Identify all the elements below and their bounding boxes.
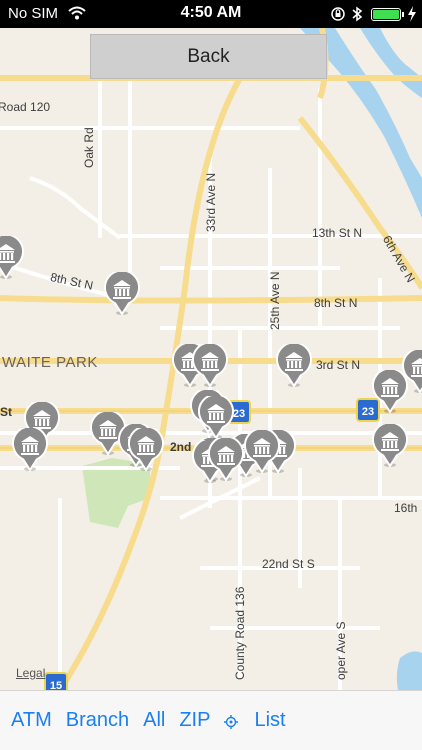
street-label-25th-ave: 25th Ave N — [268, 271, 282, 331]
atm-filter-button[interactable]: ATM — [11, 709, 52, 732]
shield-number: 23 — [233, 408, 245, 420]
street-label-3rd-st: 3rd St N — [316, 358, 361, 372]
street-label-cooper-ave: oper Ave S — [334, 621, 348, 681]
bank-icon — [372, 424, 408, 468]
branch-filter-button[interactable]: Branch — [66, 709, 129, 732]
highway-shield-15: 15 — [44, 672, 68, 690]
bottom-toolbar: ATM Branch All ZIP List — [0, 690, 422, 750]
bank-pin[interactable] — [208, 438, 244, 482]
bluetooth-icon — [351, 5, 363, 28]
shield-number: 15 — [50, 680, 62, 690]
street-label-8th-st-east: 8th St N — [314, 296, 358, 310]
locate-me-icon[interactable] — [224, 714, 239, 729]
bank-icon — [372, 370, 408, 414]
street-label-oak-rd: Oak Rd — [82, 127, 96, 168]
bank-pin[interactable] — [276, 344, 312, 388]
charging-bolt-icon — [407, 6, 417, 27]
street-label-county-road-136: County Road 136 — [233, 586, 247, 680]
status-bar: No SIM 4:50 AM — [0, 0, 422, 28]
bank-icon — [128, 428, 164, 472]
all-filter-button[interactable]: All — [143, 709, 165, 732]
zip-search-button[interactable]: ZIP — [179, 709, 210, 732]
bank-pin[interactable] — [104, 272, 140, 316]
battery-tip — [402, 12, 404, 17]
street-label-road120: Road 120 — [0, 100, 51, 114]
back-button[interactable]: Back — [90, 34, 327, 79]
orientation-lock-icon — [330, 6, 346, 27]
street-label-13th-st: 13th St N — [312, 226, 363, 240]
bank-icon — [0, 236, 24, 280]
bank-icon — [104, 272, 140, 316]
map-view[interactable]: Road 120 Oak Rd 33rd Ave N 25th Ave N 13… — [0, 28, 422, 690]
bank-pin[interactable] — [192, 344, 228, 388]
street-label-16th: 16th — [394, 501, 418, 515]
legal-link[interactable]: Legal — [16, 666, 45, 680]
street-label-st-left: St — [0, 405, 12, 419]
street-label-33rd-ave: 33rd Ave N — [204, 172, 218, 232]
bank-pin[interactable] — [372, 424, 408, 468]
battery-icon — [371, 8, 401, 21]
place-label-waite-park: WAITE PARK — [2, 354, 98, 371]
bank-icon — [192, 344, 228, 388]
bank-pin[interactable] — [0, 236, 24, 280]
bank-pin[interactable] — [372, 370, 408, 414]
bank-icon — [12, 428, 48, 472]
street-label-22nd-st: 22nd St S — [262, 557, 315, 571]
bank-pin[interactable] — [244, 430, 280, 474]
street-label-2nd: 2nd — [170, 440, 192, 454]
bank-pin[interactable] — [128, 428, 164, 472]
list-view-button[interactable]: List — [254, 709, 285, 732]
bank-pin[interactable] — [12, 428, 48, 472]
bank-icon — [208, 438, 244, 482]
bank-icon — [276, 344, 312, 388]
bank-icon — [244, 430, 280, 474]
